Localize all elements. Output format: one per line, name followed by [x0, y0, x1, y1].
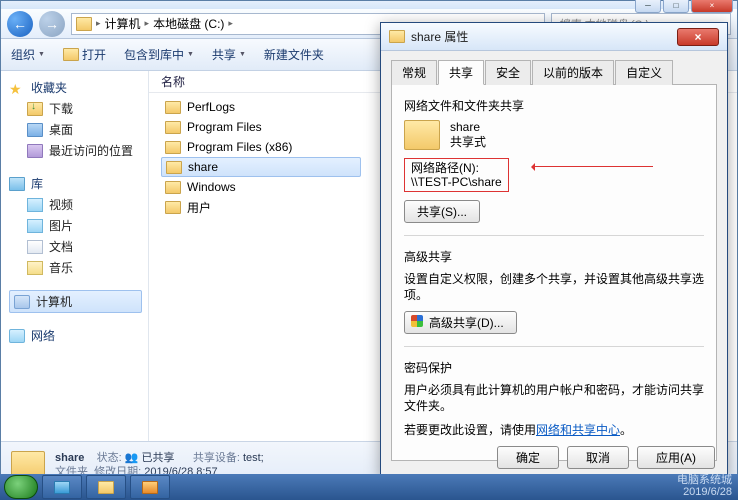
network-icon: [9, 329, 25, 343]
annotation-arrow: [533, 166, 653, 167]
sidebar-desktop[interactable]: 桌面: [9, 119, 148, 140]
taskbar-ie[interactable]: [42, 475, 82, 499]
sidebar-videos[interactable]: 视频: [9, 194, 148, 215]
music-icon: [27, 261, 43, 275]
tab-previous[interactable]: 以前的版本: [532, 60, 614, 85]
apply-button[interactable]: 应用(A): [637, 446, 715, 469]
taskbar: [0, 474, 738, 500]
computer-icon: [14, 295, 30, 309]
ok-button[interactable]: 确定: [497, 446, 559, 469]
sidebar-recent[interactable]: 最近访问的位置: [9, 140, 148, 161]
dialog-tabs: 常规 共享 安全 以前的版本 自定义: [391, 59, 717, 85]
window-titlebar: ─ □ ×: [1, 1, 737, 9]
include-menu[interactable]: 包含到库中▼: [124, 46, 194, 63]
cancel-button[interactable]: 取消: [567, 446, 629, 469]
newfolder-button[interactable]: 新建文件夹: [264, 46, 324, 63]
sidebar-network[interactable]: 网络: [9, 325, 148, 346]
sidebar-libraries[interactable]: 库: [9, 173, 148, 194]
share-name: share: [450, 120, 486, 135]
chevron-right-icon: ▸: [96, 18, 101, 29]
section-network-share: 网络文件和文件夹共享: [404, 97, 704, 114]
folder-icon: [165, 121, 181, 134]
share-button[interactable]: 共享(S)...: [404, 200, 480, 223]
tab-custom[interactable]: 自定义: [615, 60, 673, 85]
sidebar-computer[interactable]: 计算机: [9, 290, 142, 313]
network-path-label: 网络路径(N):: [411, 161, 502, 175]
download-icon: [27, 102, 43, 116]
folder-shared-icon: [166, 161, 182, 174]
minimize-button[interactable]: ─: [635, 0, 661, 13]
dialog-titlebar[interactable]: share 属性 ×: [381, 23, 727, 51]
network-path-box: 网络路径(N): \\TEST-PC\share: [404, 158, 509, 192]
sidebar: ★收藏夹 下载 桌面 最近访问的位置 库 视频 图片 文档 音乐 计算机 网络: [1, 71, 149, 441]
document-icon: [27, 240, 43, 254]
desktop-icon: [27, 123, 43, 137]
tab-security[interactable]: 安全: [485, 60, 531, 85]
details-name: share: [55, 452, 84, 464]
organize-menu[interactable]: 组织▼: [11, 46, 45, 63]
network-path-value: \\TEST-PC\share: [411, 175, 502, 189]
sidebar-documents[interactable]: 文档: [9, 236, 148, 257]
details-dev: test;: [243, 452, 264, 464]
column-name[interactable]: 名称: [161, 73, 361, 90]
properties-dialog: share 属性 × 常规 共享 安全 以前的版本 自定义 网络文件和文件夹共享…: [380, 22, 728, 478]
start-button[interactable]: [4, 475, 38, 499]
sidebar-music[interactable]: 音乐: [9, 257, 148, 278]
dialog-close-button[interactable]: ×: [677, 28, 719, 46]
breadcrumb-computer[interactable]: 计算机: [105, 15, 141, 32]
folder-icon: [165, 181, 181, 194]
close-button[interactable]: ×: [691, 0, 733, 13]
picture-icon: [27, 219, 43, 233]
breadcrumb-drive[interactable]: 本地磁盘 (C:): [153, 15, 224, 32]
nav-forward-button[interactable]: →: [39, 11, 65, 37]
share-type: 共享式: [450, 135, 486, 150]
open-icon: [63, 48, 79, 61]
tab-sharing[interactable]: 共享: [438, 60, 484, 85]
folder-icon: [165, 101, 181, 114]
advanced-share-button[interactable]: 高级共享(D)...: [404, 311, 517, 334]
section-advanced: 高级共享: [404, 248, 704, 265]
sidebar-favorites[interactable]: ★收藏夹: [9, 77, 148, 98]
library-icon: [9, 177, 25, 191]
taskbar-media[interactable]: [130, 475, 170, 499]
video-icon: [27, 198, 43, 212]
chevron-right-icon: ▸: [228, 18, 233, 29]
details-state: 已共享: [141, 452, 174, 464]
dialog-title: share 属性: [411, 28, 468, 45]
password-desc1: 用户必须具有此计算机的用户帐户和密码，才能访问共享文件夹。: [404, 382, 704, 414]
network-center-link[interactable]: 网络和共享中心: [536, 423, 620, 437]
folder-icon: [389, 30, 405, 43]
chevron-right-icon: ▸: [145, 18, 150, 29]
drive-icon: [76, 17, 92, 31]
share-menu[interactable]: 共享▼: [212, 46, 246, 63]
tab-general[interactable]: 常规: [391, 60, 437, 85]
nav-back-button[interactable]: ←: [7, 11, 33, 37]
taskbar-explorer[interactable]: [86, 475, 126, 499]
section-password: 密码保护: [404, 359, 704, 376]
open-button[interactable]: 打开: [63, 46, 106, 63]
star-icon: ★: [9, 81, 25, 95]
recent-icon: [27, 144, 43, 158]
folder-icon: [165, 201, 181, 214]
watermark: 电脑系统城 2019/6/28: [677, 474, 732, 498]
sidebar-pictures[interactable]: 图片: [9, 215, 148, 236]
advanced-desc: 设置自定义权限，创建多个共享，并设置其他高级共享选项。: [404, 271, 704, 303]
sidebar-downloads[interactable]: 下载: [9, 98, 148, 119]
folder-large-icon: [404, 120, 440, 150]
list-item-selected[interactable]: share: [161, 157, 361, 177]
maximize-button[interactable]: □: [663, 0, 689, 13]
tab-panel-sharing: 网络文件和文件夹共享 share 共享式 网络路径(N): \\TEST-PC\…: [391, 85, 717, 461]
folder-icon: [165, 141, 181, 154]
password-desc2: 若要更改此设置，请使用网络和共享中心。: [404, 422, 704, 438]
